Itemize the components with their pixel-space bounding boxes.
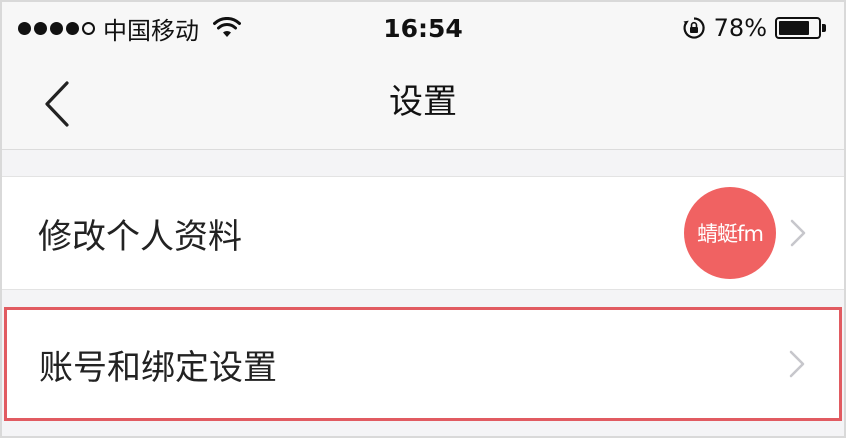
chevron-right-icon (790, 219, 806, 247)
status-left: 中国移动 (18, 11, 318, 46)
back-button[interactable] (32, 76, 82, 132)
status-bar: 中国移动 16:54 78% (2, 2, 844, 54)
list-item-edit-profile[interactable]: 修改个人资料 蜻蜓fm (2, 176, 844, 290)
battery-percent: 78% (713, 14, 767, 42)
avatar: 蜻蜓fm (684, 187, 776, 279)
phone-screen: 中国移动 16:54 78% 设置 修改个人资料 蜻蜓fm 账号和绑定设置 (0, 0, 846, 438)
list-item-account-binding[interactable]: 账号和绑定设置 (4, 307, 842, 421)
carrier-name: 中国移动 (103, 16, 199, 45)
page-title: 设置 (389, 82, 457, 122)
navigation-bar: 设置 (2, 54, 844, 150)
list-item-label: 修改个人资料 (38, 216, 242, 257)
chevron-left-icon (45, 81, 69, 127)
battery-icon (775, 17, 826, 39)
wifi-icon (213, 17, 241, 37)
chevron-right-icon (789, 350, 805, 378)
signal-dots-icon (18, 21, 95, 35)
rotation-lock-icon (683, 17, 705, 39)
avatar-logo-text: 蜻蜓fm (697, 222, 764, 246)
status-right: 78% (682, 14, 826, 42)
list-item-label: 账号和绑定设置 (39, 347, 277, 388)
